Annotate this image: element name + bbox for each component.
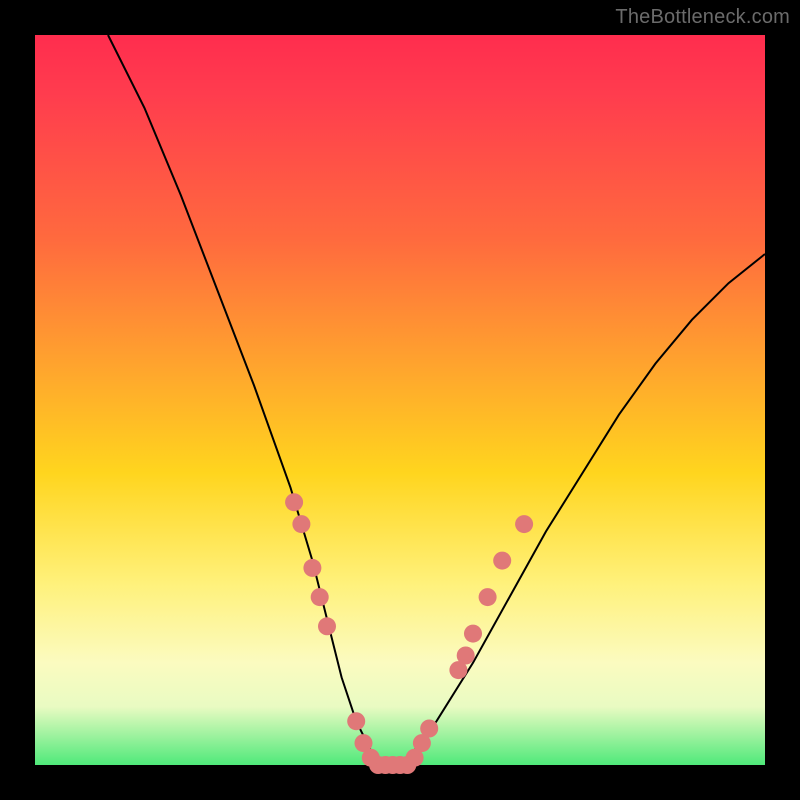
highlight-dot — [303, 559, 321, 577]
highlight-dot — [311, 588, 329, 606]
curve-layer — [108, 35, 765, 765]
bottleneck-curve — [108, 35, 765, 765]
plot-area — [35, 35, 765, 765]
highlight-dot — [318, 617, 336, 635]
highlight-dot — [479, 588, 497, 606]
highlight-dot — [493, 552, 511, 570]
highlight-dot — [292, 515, 310, 533]
highlight-dot — [285, 493, 303, 511]
highlight-dot — [515, 515, 533, 533]
highlight-dot — [347, 712, 365, 730]
chart-frame: TheBottleneck.com — [0, 0, 800, 800]
highlight-dot — [457, 647, 475, 665]
watermark-text: TheBottleneck.com — [615, 6, 790, 29]
curve-svg — [35, 35, 765, 765]
marker-layer — [285, 493, 533, 774]
highlight-dot — [464, 625, 482, 643]
highlight-dot — [420, 720, 438, 738]
